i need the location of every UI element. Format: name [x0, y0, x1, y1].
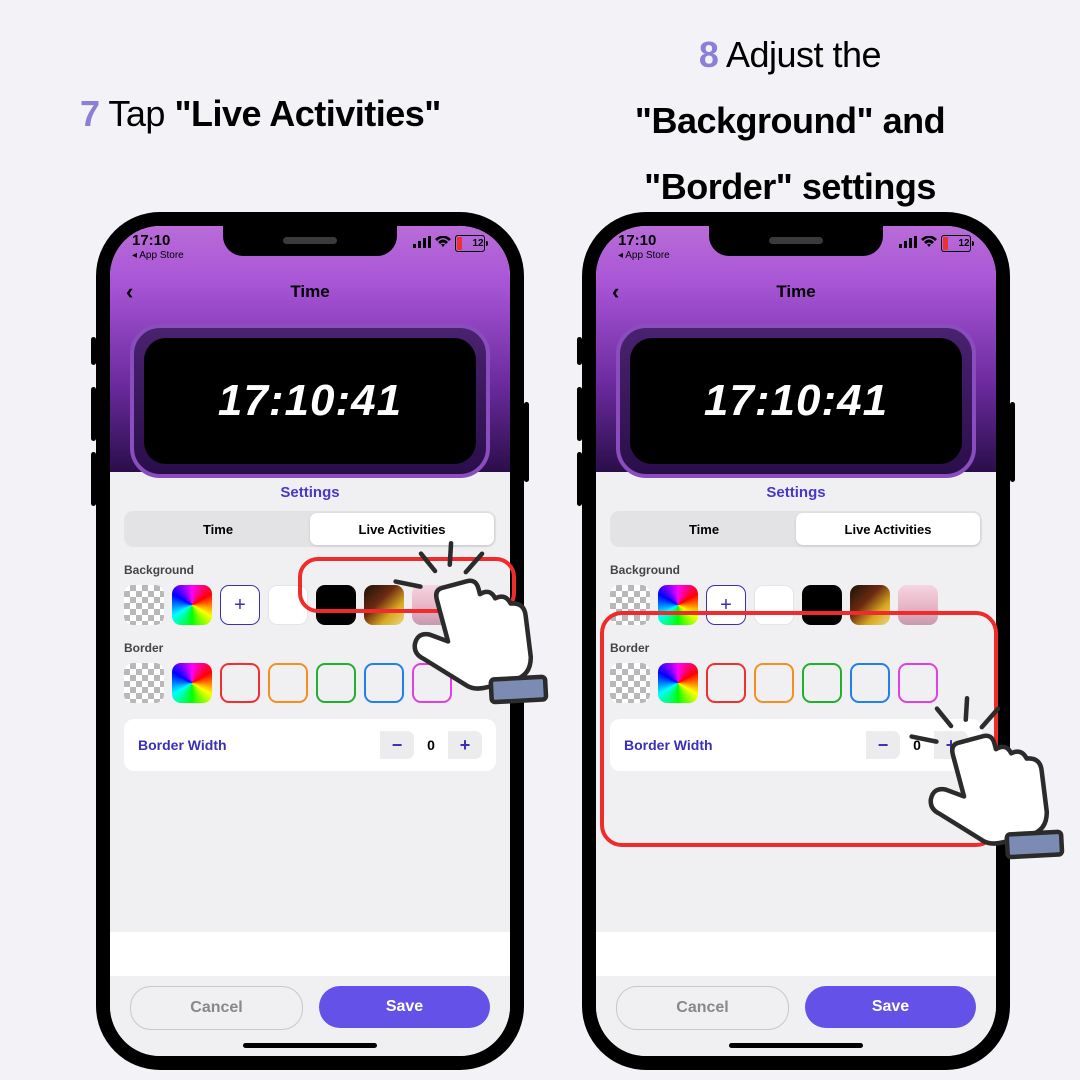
- save-button[interactable]: Save: [319, 986, 490, 1028]
- background-label: Background: [610, 563, 982, 577]
- border-width-label: Border Width: [138, 737, 227, 753]
- border-width-label: Border Width: [624, 737, 713, 753]
- bd-green[interactable]: [316, 663, 356, 703]
- caption-8: 8 Adjust the "Background" and "Border" s…: [555, 22, 1025, 220]
- bd-blue[interactable]: [850, 663, 890, 703]
- battery-icon: 12: [941, 235, 974, 252]
- cancel-button[interactable]: Cancel: [616, 986, 789, 1030]
- status-time: 17:10: [132, 232, 184, 249]
- tab-time[interactable]: Time: [612, 513, 796, 545]
- phone-mockup-8: 17:10 ◂ App Store 12 ‹ Time 17:10:41 Set…: [582, 212, 1010, 1070]
- widget-time: 17:10:41: [704, 376, 888, 426]
- hero-area: 17:10 ◂ App Store 12 ‹: [110, 226, 510, 472]
- home-indicator[interactable]: [729, 1043, 863, 1048]
- bg-white[interactable]: [754, 585, 794, 625]
- bd-magenta[interactable]: [898, 663, 938, 703]
- status-time: 17:10: [618, 232, 670, 249]
- wifi-icon: [435, 235, 451, 252]
- bd-transparent[interactable]: [610, 663, 650, 703]
- bd-orange[interactable]: [268, 663, 308, 703]
- bg-gradient-2[interactable]: [898, 585, 938, 625]
- step-number: 8: [699, 34, 719, 75]
- bg-colorpicker[interactable]: [172, 585, 212, 625]
- tab-live-activities[interactable]: Live Activities: [310, 513, 494, 545]
- bd-green[interactable]: [802, 663, 842, 703]
- bg-colorpicker[interactable]: [658, 585, 698, 625]
- page-title: Time: [126, 282, 494, 302]
- bd-red[interactable]: [706, 663, 746, 703]
- bd-red[interactable]: [220, 663, 260, 703]
- bd-colorpicker[interactable]: [658, 663, 698, 703]
- battery-icon: 12: [455, 235, 488, 252]
- bg-white[interactable]: [268, 585, 308, 625]
- stepper-minus[interactable]: −: [380, 731, 414, 759]
- bd-orange[interactable]: [754, 663, 794, 703]
- wifi-icon: [921, 235, 937, 252]
- bg-transparent[interactable]: [610, 585, 650, 625]
- notch: [223, 226, 397, 256]
- back-to-appstore[interactable]: ◂ App Store: [132, 250, 184, 261]
- caption-7: 7 Tap "Live Activities": [80, 93, 441, 135]
- segment-control: Time Live Activities: [124, 511, 496, 547]
- bg-add[interactable]: +: [706, 585, 746, 625]
- bg-black[interactable]: [802, 585, 842, 625]
- cancel-button[interactable]: Cancel: [130, 986, 303, 1030]
- bd-colorpicker[interactable]: [172, 663, 212, 703]
- bg-add[interactable]: +: [220, 585, 260, 625]
- widget-preview: 17:10:41: [130, 324, 490, 478]
- bg-black[interactable]: [316, 585, 356, 625]
- tab-time[interactable]: Time: [126, 513, 310, 545]
- back-to-appstore[interactable]: ◂ App Store: [618, 250, 670, 261]
- page-title: Time: [612, 282, 980, 302]
- bg-transparent[interactable]: [124, 585, 164, 625]
- stepper-minus[interactable]: −: [866, 731, 900, 759]
- border-label: Border: [610, 641, 982, 655]
- cellular-icon: [413, 235, 431, 252]
- cellular-icon: [899, 235, 917, 252]
- save-button[interactable]: Save: [805, 986, 976, 1028]
- step-number: 7: [80, 93, 100, 134]
- bg-gradient-1[interactable]: [850, 585, 890, 625]
- bd-blue[interactable]: [364, 663, 404, 703]
- notch: [709, 226, 883, 256]
- tab-live-activities[interactable]: Live Activities: [796, 513, 980, 545]
- widget-time: 17:10:41: [218, 376, 402, 426]
- home-indicator[interactable]: [243, 1043, 377, 1048]
- bd-transparent[interactable]: [124, 663, 164, 703]
